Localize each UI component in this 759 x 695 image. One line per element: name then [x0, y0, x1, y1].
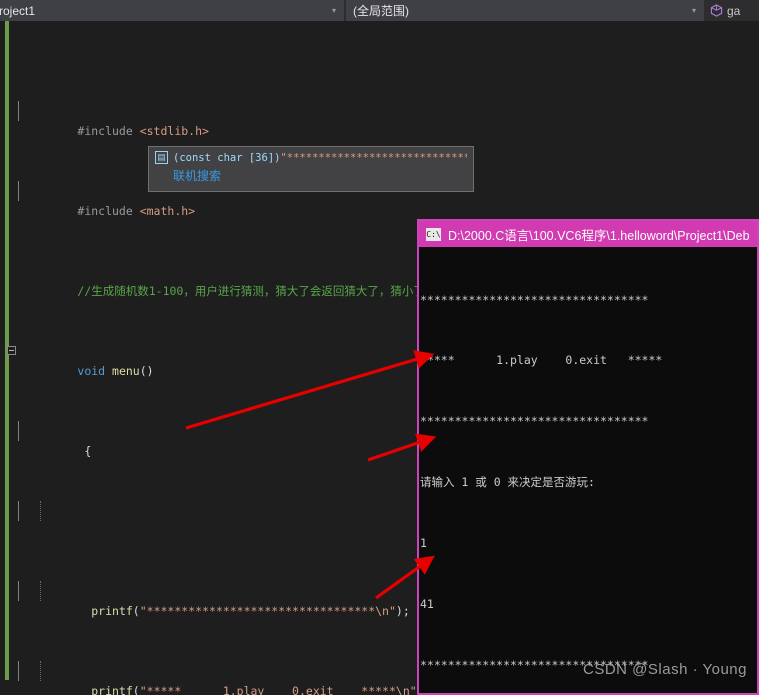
online-search-link[interactable]: 联机搜索: [149, 164, 473, 184]
fold-toggle-icon[interactable]: [7, 346, 16, 355]
console-title-bar[interactable]: C:\ D:\2000.C语言\100.VC6程序\1.helloword\Pr…: [419, 221, 757, 247]
tooltip-content-row: ▤ (const char [36])"********************…: [149, 147, 473, 164]
chevron-down-icon-2[interactable]: ▾: [687, 6, 701, 15]
project-scope-value: roject1: [0, 3, 36, 18]
watermark-text: CSDN @Slash · Young: [583, 660, 747, 678]
console-output: ********************************* ***** …: [419, 247, 757, 693]
member-label: ga: [727, 3, 741, 18]
console-title-text: D:\2000.C语言\100.VC6程序\1.helloword\Projec…: [448, 228, 750, 243]
quickinfo-tooltip: ▤ (const char [36])"********************…: [148, 146, 474, 192]
console-line: *********************************: [420, 292, 649, 307]
global-scope-dropdown[interactable]: (全局范围) ▾: [346, 0, 704, 21]
project-scope-dropdown[interactable]: roject1 ▾: [0, 0, 344, 21]
tooltip-signature: (const char [36])"**********************…: [173, 152, 467, 164]
console-line: ***** 1.play 0.exit *****: [420, 353, 663, 368]
console-line: 41: [420, 597, 434, 612]
cube-icon: [710, 4, 723, 17]
code-line: #include <stdlib.h>: [0, 101, 574, 138]
console-line: 1: [420, 536, 427, 551]
console-line: *********************************: [420, 414, 649, 429]
tooltip-string: "*********************************: [280, 151, 467, 164]
tooltip-type: (const char [36]): [173, 151, 281, 164]
navigation-toolbar: roject1 ▾ (全局范围) ▾ ga: [0, 0, 759, 21]
cmd-icon: C:\: [426, 227, 441, 241]
global-scope-value: (全局范围): [353, 4, 409, 18]
type-info-icon: ▤: [155, 151, 168, 164]
console-window[interactable]: C:\ D:\2000.C语言\100.VC6程序\1.helloword\Pr…: [417, 219, 759, 695]
chevron-down-icon[interactable]: ▾: [327, 6, 341, 15]
console-line: 请输入 1 或 0 来决定是否游玩:: [420, 475, 595, 490]
vs-editor-window: roject1 ▾ (全局范围) ▾ ga #include <stdlib.h…: [0, 0, 759, 695]
member-dropdown[interactable]: ga: [704, 0, 759, 21]
